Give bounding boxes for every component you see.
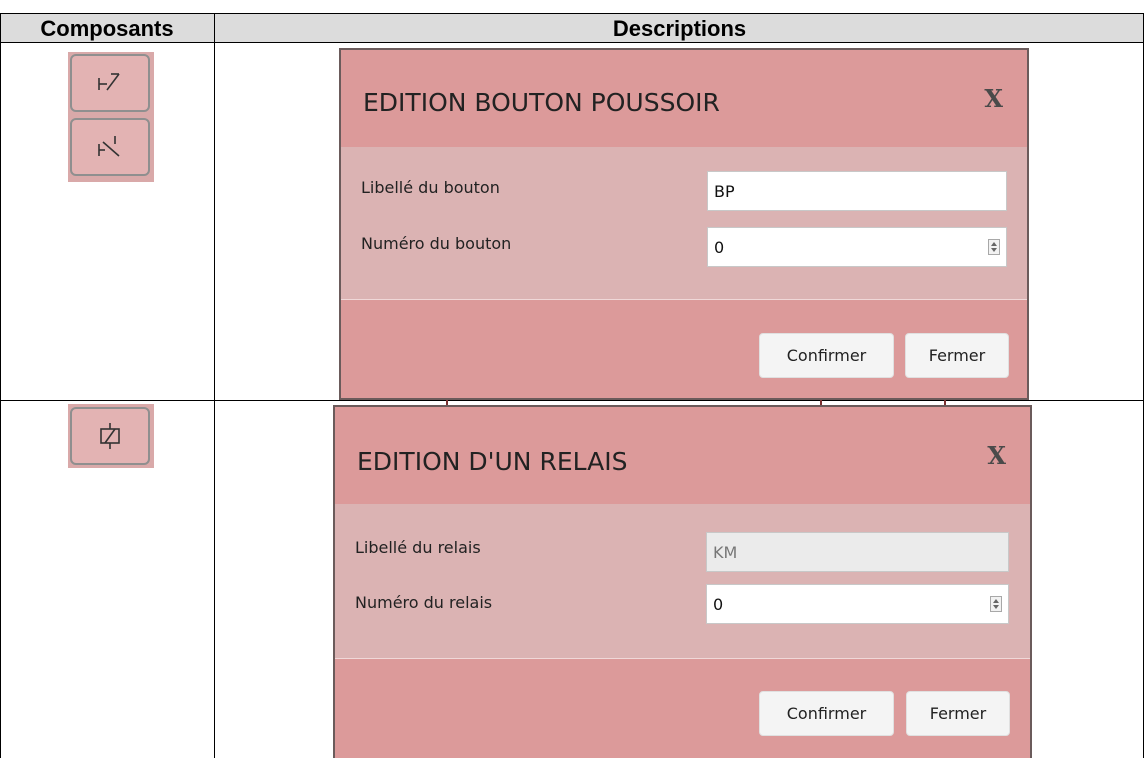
push-button-nc-icon xyxy=(95,132,125,162)
button-name-value: BP xyxy=(714,181,735,201)
spinner-icon[interactable] xyxy=(988,239,1000,255)
dialog-footer: Confirmer Fermer xyxy=(341,299,1027,398)
relay-number-stepper[interactable]: 0 xyxy=(706,584,1009,624)
dialog-body: Libellé du relais KM Numéro du relais 0 xyxy=(335,504,1030,661)
label-button-name: Libellé du bouton xyxy=(361,178,500,197)
relay-number-value: 0 xyxy=(713,594,724,614)
dialog-edit-relay: EDITION D'UN RELAIS X Libellé du relais … xyxy=(333,405,1032,758)
table-border-col xyxy=(214,13,215,758)
dialog-header: EDITION D'UN RELAIS X xyxy=(335,407,1030,505)
relay-coil-button[interactable] xyxy=(70,407,150,465)
header-descriptions: Descriptions xyxy=(612,16,747,41)
table-border-left xyxy=(0,13,1,758)
dialog-edit-push-button: EDITION BOUTON POUSSOIR X Libellé du bou… xyxy=(339,48,1029,400)
push-button-nc-button[interactable] xyxy=(70,118,150,176)
relay-name-input[interactable]: KM xyxy=(706,532,1009,572)
close-icon[interactable]: X xyxy=(984,84,1003,113)
dialog-footer: Confirmer Fermer xyxy=(335,658,1030,758)
push-button-no-icon xyxy=(95,68,125,98)
close-icon[interactable]: X xyxy=(987,441,1006,470)
push-button-no-button[interactable] xyxy=(70,54,150,112)
close-button[interactable]: Fermer xyxy=(906,691,1010,736)
table-border-header xyxy=(0,42,1144,43)
dialog-title: EDITION D'UN RELAIS xyxy=(357,447,628,476)
confirm-button[interactable]: Confirmer xyxy=(759,333,894,378)
label-button-number: Numéro du bouton xyxy=(361,234,512,253)
table-border-row xyxy=(0,400,1144,401)
table-border-top xyxy=(0,13,1144,14)
button-name-input[interactable]: BP xyxy=(707,171,1007,211)
confirm-button[interactable]: Confirmer xyxy=(759,691,894,736)
relay-name-value: KM xyxy=(713,542,738,562)
label-relay-name: Libellé du relais xyxy=(355,538,481,557)
component-group-relay xyxy=(68,404,154,468)
dialog-body: Libellé du bouton BP Numéro du bouton 0 xyxy=(341,147,1027,304)
close-button[interactable]: Fermer xyxy=(905,333,1009,378)
button-number-stepper[interactable]: 0 xyxy=(707,227,1007,267)
spinner-icon[interactable] xyxy=(990,596,1002,612)
relay-coil-icon xyxy=(95,421,125,451)
dialog-header: EDITION BOUTON POUSSOIR X xyxy=(341,50,1027,148)
component-group-push-buttons xyxy=(68,52,154,182)
dialog-title: EDITION BOUTON POUSSOIR xyxy=(363,88,720,117)
components-table: Composants Descriptions EDITION BOUTON P… xyxy=(0,0,1144,758)
header-components: Composants xyxy=(40,16,174,41)
button-number-value: 0 xyxy=(714,237,725,257)
label-relay-number: Numéro du relais xyxy=(355,593,493,612)
